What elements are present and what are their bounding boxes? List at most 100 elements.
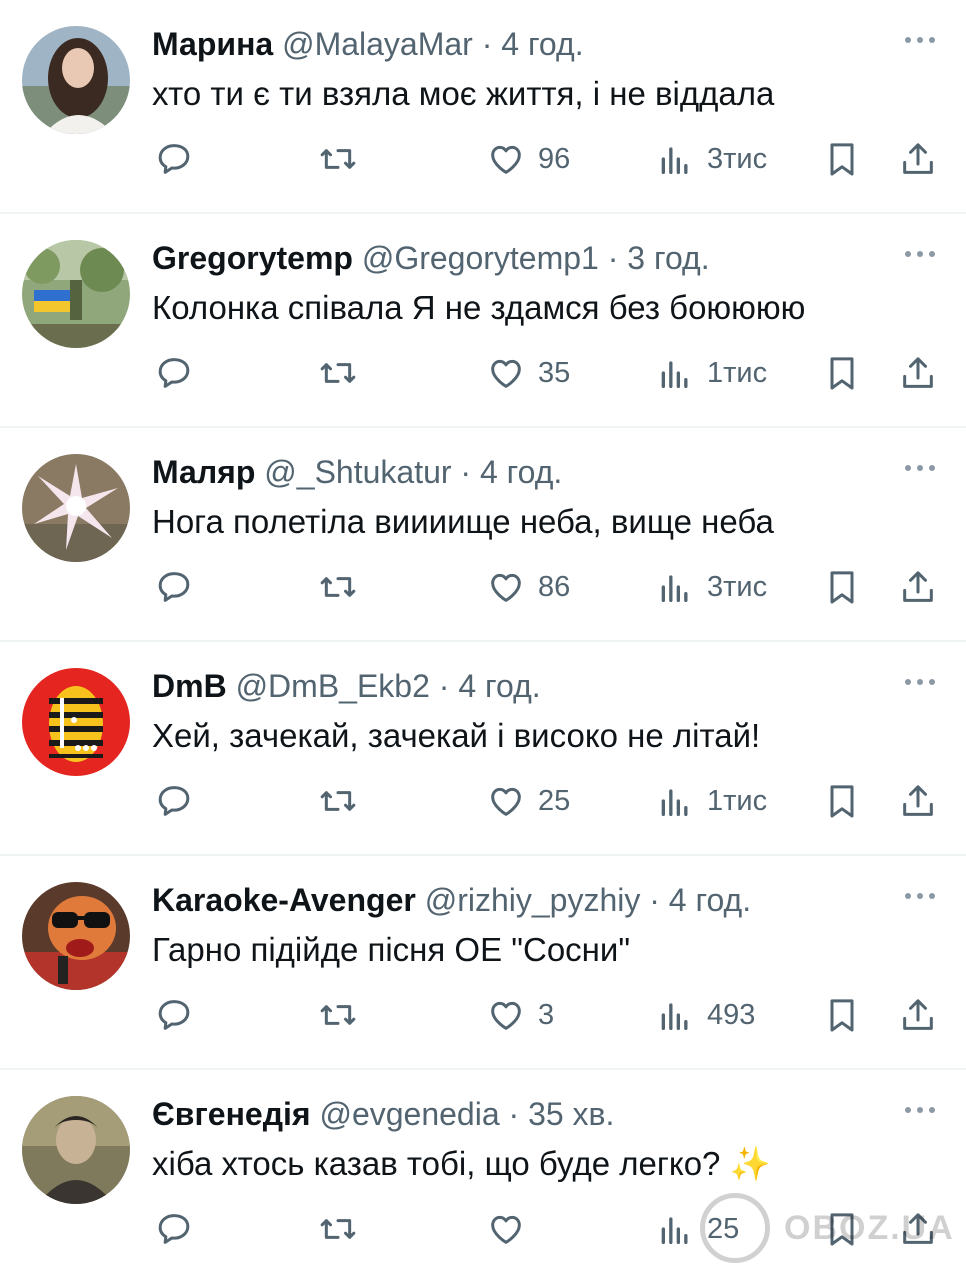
like-icon	[491, 145, 521, 174]
share-button[interactable]	[898, 776, 938, 826]
retweet-icon	[320, 577, 356, 597]
avatar[interactable]	[22, 882, 130, 990]
reply-icon	[158, 1214, 190, 1244]
retweet-button[interactable]	[318, 776, 358, 826]
timestamp[interactable]: 35 хв.	[528, 1096, 614, 1132]
tweet-header: Karaoke-Avenger @rizhiy_pyzhiy · 4 год.	[152, 880, 751, 920]
author-handle[interactable]: @Gregorytemp1	[362, 240, 599, 276]
tweet-header: Євгенедія @evgenedia · 35 хв.	[152, 1094, 614, 1134]
reply-button[interactable]	[154, 776, 194, 826]
author-handle[interactable]: @_Shtukatur	[264, 454, 451, 490]
timestamp[interactable]: 4 год.	[669, 882, 751, 918]
tweet[interactable]: Марина @MalayaMar · 4 год. хто ти є ти в…	[0, 0, 966, 214]
views-icon	[661, 147, 688, 174]
more-icon[interactable]	[900, 886, 940, 906]
avatar[interactable]	[22, 454, 130, 562]
timestamp[interactable]: 4 год.	[458, 668, 540, 704]
author-name[interactable]: Євгенедія	[152, 1096, 311, 1132]
more-icon[interactable]	[900, 30, 940, 50]
views-icon	[661, 575, 688, 602]
avatar[interactable]	[22, 1096, 130, 1204]
retweet-button[interactable]	[318, 562, 358, 612]
bookmark-button[interactable]	[822, 134, 862, 184]
share-button[interactable]	[898, 348, 938, 398]
reply-button[interactable]	[154, 1204, 194, 1254]
like-button[interactable]: 35	[486, 348, 570, 398]
retweet-button[interactable]	[318, 990, 358, 1040]
author-name[interactable]: Gregorytemp	[152, 240, 353, 276]
timestamp[interactable]: 4 год.	[501, 26, 583, 62]
retweet-button[interactable]	[318, 134, 358, 184]
view-count: 1тис	[707, 356, 768, 389]
watermark-logo-icon	[700, 1193, 770, 1263]
author-handle[interactable]: @MalayaMar	[282, 26, 473, 62]
retweet-button[interactable]	[318, 1204, 358, 1254]
avatar[interactable]	[22, 240, 130, 348]
reply-button[interactable]	[154, 562, 194, 612]
share-button[interactable]	[898, 562, 938, 612]
bookmark-button[interactable]	[822, 990, 862, 1040]
avatar[interactable]	[22, 26, 130, 134]
tweet-text: Хей, зачекай, зачекай і високо не літай!	[152, 717, 761, 754]
more-icon[interactable]	[900, 1100, 940, 1120]
like-button[interactable]	[486, 1204, 538, 1254]
like-icon	[491, 1001, 521, 1030]
timestamp[interactable]: 3 год.	[627, 240, 709, 276]
author-handle[interactable]: @rizhiy_pyzhiy	[425, 882, 641, 918]
views-button[interactable]: 1тис	[655, 776, 767, 826]
views-button[interactable]: 493	[655, 990, 755, 1040]
view-count: 3тис	[707, 142, 768, 175]
more-icon[interactable]	[900, 672, 940, 692]
reply-button[interactable]	[154, 990, 194, 1040]
retweet-button[interactable]	[318, 348, 358, 398]
reply-button[interactable]	[154, 348, 194, 398]
view-count: 1тис	[707, 784, 768, 817]
tweet[interactable]: Karaoke-Avenger @rizhiy_pyzhiy · 4 год. …	[0, 856, 966, 1070]
author-handle[interactable]: @DmB_Ekb2	[236, 668, 430, 704]
views-button[interactable]: 3тис	[655, 134, 767, 184]
like-button[interactable]: 96	[486, 134, 570, 184]
reply-icon	[158, 144, 190, 174]
tweet[interactable]: Gregorytemp @Gregorytemp1 · 3 год. Колон…	[0, 214, 966, 428]
like-count: 3	[538, 998, 555, 1031]
bookmark-icon	[830, 143, 854, 176]
reply-button[interactable]	[154, 134, 194, 184]
views-button[interactable]: 1тис	[655, 348, 767, 398]
bookmark-icon	[830, 785, 854, 818]
reply-icon	[158, 358, 190, 388]
avatar[interactable]	[22, 668, 130, 776]
like-button[interactable]: 3	[486, 990, 554, 1040]
views-icon	[661, 789, 688, 816]
share-button[interactable]	[898, 990, 938, 1040]
tweet[interactable]: DmB @DmB_Ekb2 · 4 год. Хей, зачекай, зач…	[0, 642, 966, 856]
tweet-text: Нога полетіла виииище неба, вище неба	[152, 503, 774, 540]
author-name[interactable]: Марина	[152, 26, 273, 62]
like-count: 25	[538, 784, 571, 817]
action-bar: 35 1тис	[0, 348, 966, 398]
views-button[interactable]: 3тис	[655, 562, 767, 612]
bookmark-button[interactable]	[822, 348, 862, 398]
author-name[interactable]: DmB	[152, 668, 227, 704]
bookmark-button[interactable]	[822, 776, 862, 826]
bookmark-icon	[830, 571, 854, 604]
bookmark-icon	[830, 999, 854, 1032]
retweet-icon	[320, 363, 356, 383]
share-button[interactable]	[898, 134, 938, 184]
bookmark-button[interactable]	[822, 562, 862, 612]
more-icon[interactable]	[900, 244, 940, 264]
author-name[interactable]: Маляр	[152, 454, 255, 490]
tweet[interactable]: Маляр @_Shtukatur · 4 год. Нога полетіла…	[0, 428, 966, 642]
action-bar: 86 3тис	[0, 562, 966, 612]
like-count: 96	[538, 142, 571, 175]
like-button[interactable]: 25	[486, 776, 570, 826]
reply-icon	[158, 572, 190, 602]
retweet-icon	[320, 149, 356, 169]
timestamp[interactable]: 4 год.	[480, 454, 562, 490]
share-icon	[903, 571, 933, 602]
author-name[interactable]: Karaoke-Avenger	[152, 882, 416, 918]
more-icon[interactable]	[900, 458, 940, 478]
like-button[interactable]: 86	[486, 562, 570, 612]
like-icon	[491, 359, 521, 388]
tweet-text: хіба хтось казав тобі, що буде легко? ✨	[152, 1145, 771, 1182]
author-handle[interactable]: @evgenedia	[319, 1096, 499, 1132]
